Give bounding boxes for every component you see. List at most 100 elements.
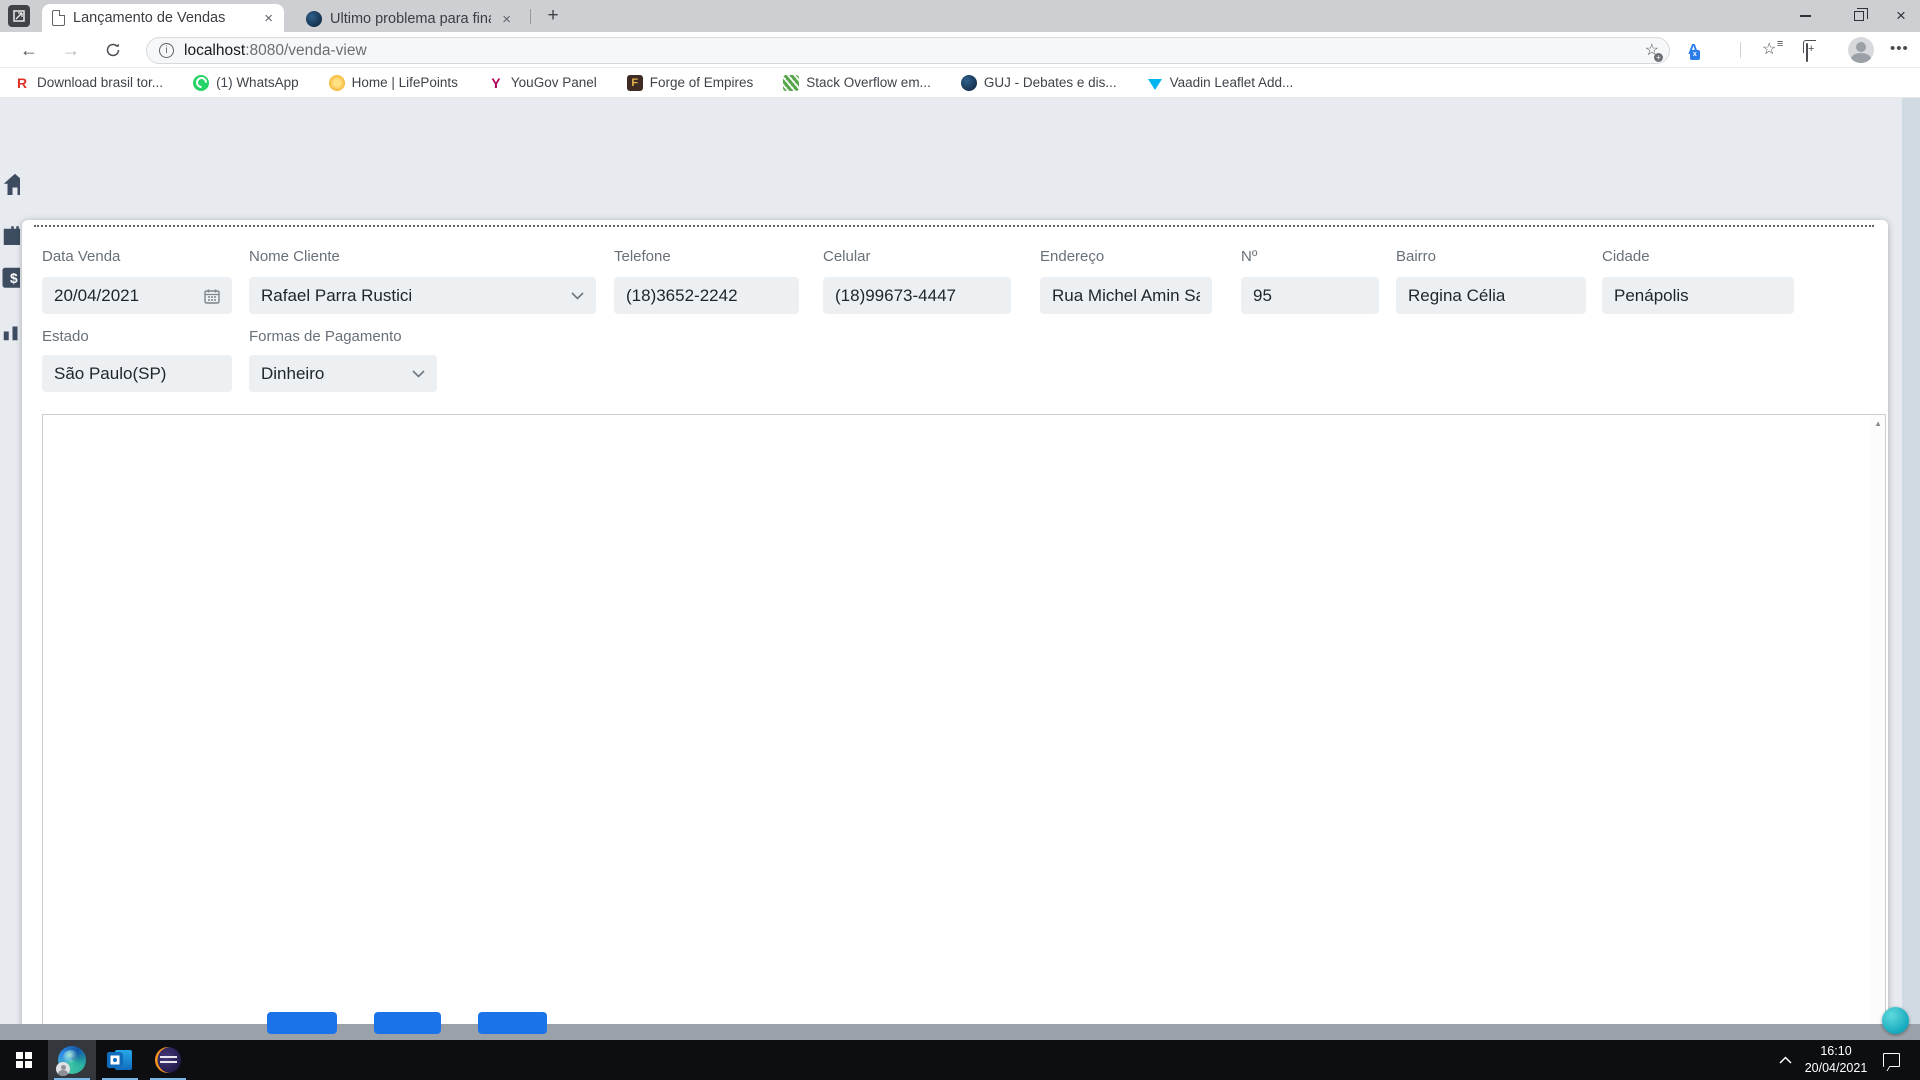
address-bar[interactable]: i localhost:8080/venda-view ☆ [146, 37, 1670, 64]
windows-logo-icon [16, 1052, 32, 1068]
sidebar-item-reports[interactable] [0, 314, 20, 346]
clipped-button[interactable] [478, 1012, 547, 1034]
refresh-icon [106, 43, 120, 57]
bookmark-item[interactable]: Y YouGov Panel [488, 75, 597, 91]
celular-field[interactable]: (18)99673-4447 [823, 277, 1011, 314]
dev-tools-fab[interactable] [1882, 1007, 1909, 1034]
telefone-field[interactable]: (18)3652-2242 [614, 277, 799, 314]
taskbar-outlook-button[interactable] [96, 1040, 144, 1080]
focus-outline [34, 225, 1874, 227]
tab-ultimo-problema[interactable]: Ultimo problema para finalizar m × [296, 6, 522, 32]
field-label: Nome Cliente [249, 248, 340, 265]
taskbar-eclipse-button[interactable] [144, 1040, 192, 1080]
back-button[interactable]: ← [14, 38, 44, 64]
yougov-icon: Y [491, 74, 501, 91]
start-button[interactable] [0, 1040, 48, 1080]
bar-chart-icon [3, 326, 18, 341]
grid-scrollbar[interactable]: ▲ ▼ [1870, 415, 1885, 1070]
forge-icon: F [626, 74, 643, 91]
collections-icon [1806, 43, 1808, 62]
add-favorite-icon[interactable]: ☆ [1645, 42, 1664, 62]
bookmarks-bar: R Download brasil tor... (1) WhatsApp Hom… [0, 68, 1920, 98]
tab-close-icon[interactable]: × [261, 10, 276, 27]
new-tab-button[interactable]: + [541, 5, 565, 27]
site-info-icon[interactable]: i [159, 43, 174, 58]
field-label: Telefone [614, 248, 671, 265]
whatsapp-icon [193, 74, 210, 91]
profile-avatar[interactable] [1848, 37, 1874, 63]
settings-menu-button[interactable]: ••• [1890, 40, 1909, 57]
sidebar-item-sales[interactable]: $ [0, 264, 20, 296]
chevron-down-icon[interactable] [571, 291, 584, 300]
taskbar-edge-button[interactable] [48, 1040, 96, 1080]
restore-icon [1854, 8, 1868, 21]
field-label: Formas de Pagamento [249, 328, 402, 345]
bookmark-item[interactable]: Stack Overflow em... [783, 74, 931, 91]
guj-favicon-icon [306, 11, 322, 27]
forward-button[interactable]: → [56, 38, 86, 64]
translate-icon: A [1688, 41, 1699, 58]
collections-button[interactable] [1806, 43, 1808, 62]
numero-field[interactable]: 95 [1241, 277, 1379, 314]
tab-title: Ultimo problema para finalizar m [330, 11, 491, 27]
clipped-button[interactable] [374, 1012, 441, 1034]
field-label: Estado [42, 328, 89, 345]
bairro-field[interactable]: Regina Célia [1396, 277, 1586, 314]
translate-button[interactable]: A [1688, 41, 1699, 59]
bookmark-item[interactable]: Vaadin Leaflet Add... [1147, 75, 1293, 91]
clipped-button[interactable] [267, 1012, 337, 1034]
action-center-button[interactable] [1876, 1040, 1906, 1080]
field-label: Celular [823, 248, 871, 265]
estado-field[interactable]: São Paulo(SP) [42, 355, 232, 392]
formas-pagamento-select[interactable]: Dinheiro [249, 355, 437, 392]
favorites-icon: ☆ [1762, 41, 1776, 58]
tab-title: Lançamento de Vendas [73, 10, 226, 26]
field-label: Bairro [1396, 248, 1437, 265]
r-letter-icon: R [16, 74, 28, 91]
sidebar-item-home[interactable] [0, 170, 20, 202]
show-hidden-icons-button[interactable] [1770, 1040, 1800, 1080]
close-window-button[interactable]: × [1882, 0, 1920, 32]
field-label: Data Venda [42, 248, 121, 265]
clock-date: 20/04/2021 [1804, 1061, 1868, 1075]
endereco-field[interactable]: Rua Michel Amin Sader [1040, 277, 1212, 314]
sidebar-item-clients[interactable] [0, 220, 20, 252]
nome-cliente-select[interactable]: Rafael Parra Rustici [249, 277, 596, 314]
bookmark-item[interactable]: Home | LifePoints [328, 74, 458, 91]
profile-badge-icon [56, 1062, 70, 1076]
field-label: Cidade [1602, 248, 1650, 265]
venda-form-card: Data Venda Nome Cliente Telefone Celular… [22, 220, 1888, 1080]
tab-lancamento-de-vendas[interactable]: Lançamento de Vendas × [42, 4, 284, 32]
bookmark-item[interactable]: F Forge of Empires [626, 74, 753, 91]
page-scrollbar[interactable] [1902, 98, 1920, 1040]
tab-actions-icon [13, 10, 25, 22]
taskbar-clock[interactable]: 16:10 20/04/2021 [1800, 1040, 1872, 1080]
calendar-icon[interactable] [204, 288, 220, 304]
money-book-icon: $ [2, 267, 20, 288]
cidade-field[interactable]: Penápolis [1602, 277, 1794, 314]
tab-actions-menu-button[interactable] [8, 5, 30, 27]
browser-titlebar: Lançamento de Vendas × Ultimo problema p… [0, 0, 1920, 32]
bookmark-item[interactable]: GUJ - Debates e dis... [960, 74, 1117, 91]
field-label: Endereço [1040, 248, 1105, 265]
page-favicon-icon [52, 10, 65, 26]
refresh-button[interactable] [98, 38, 128, 64]
restore-button[interactable] [1836, 0, 1882, 32]
items-grid[interactable]: ▲ ▼ [42, 414, 1886, 1071]
toolbar-divider [1740, 42, 1741, 58]
bookmark-item[interactable]: R Download brasil tor... [14, 75, 163, 91]
bookmark-item[interactable]: (1) WhatsApp [193, 74, 299, 91]
vaadin-icon [1147, 75, 1163, 91]
favorites-button[interactable]: ☆ [1762, 41, 1776, 59]
data-venda-field[interactable]: 20/04/2021 [42, 277, 232, 314]
minimize-button[interactable] [1782, 0, 1828, 32]
scroll-up-icon[interactable]: ▲ [1874, 419, 1882, 428]
tab-close-icon[interactable]: × [499, 11, 514, 28]
chevron-down-icon[interactable] [412, 369, 425, 378]
briefcase-icon [3, 226, 20, 245]
chevron-up-icon [1778, 1056, 1792, 1064]
stackoverflow-icon [783, 74, 800, 91]
minimize-icon [1799, 15, 1811, 17]
notification-icon [1882, 1053, 1900, 1067]
outlook-icon [107, 1048, 133, 1072]
